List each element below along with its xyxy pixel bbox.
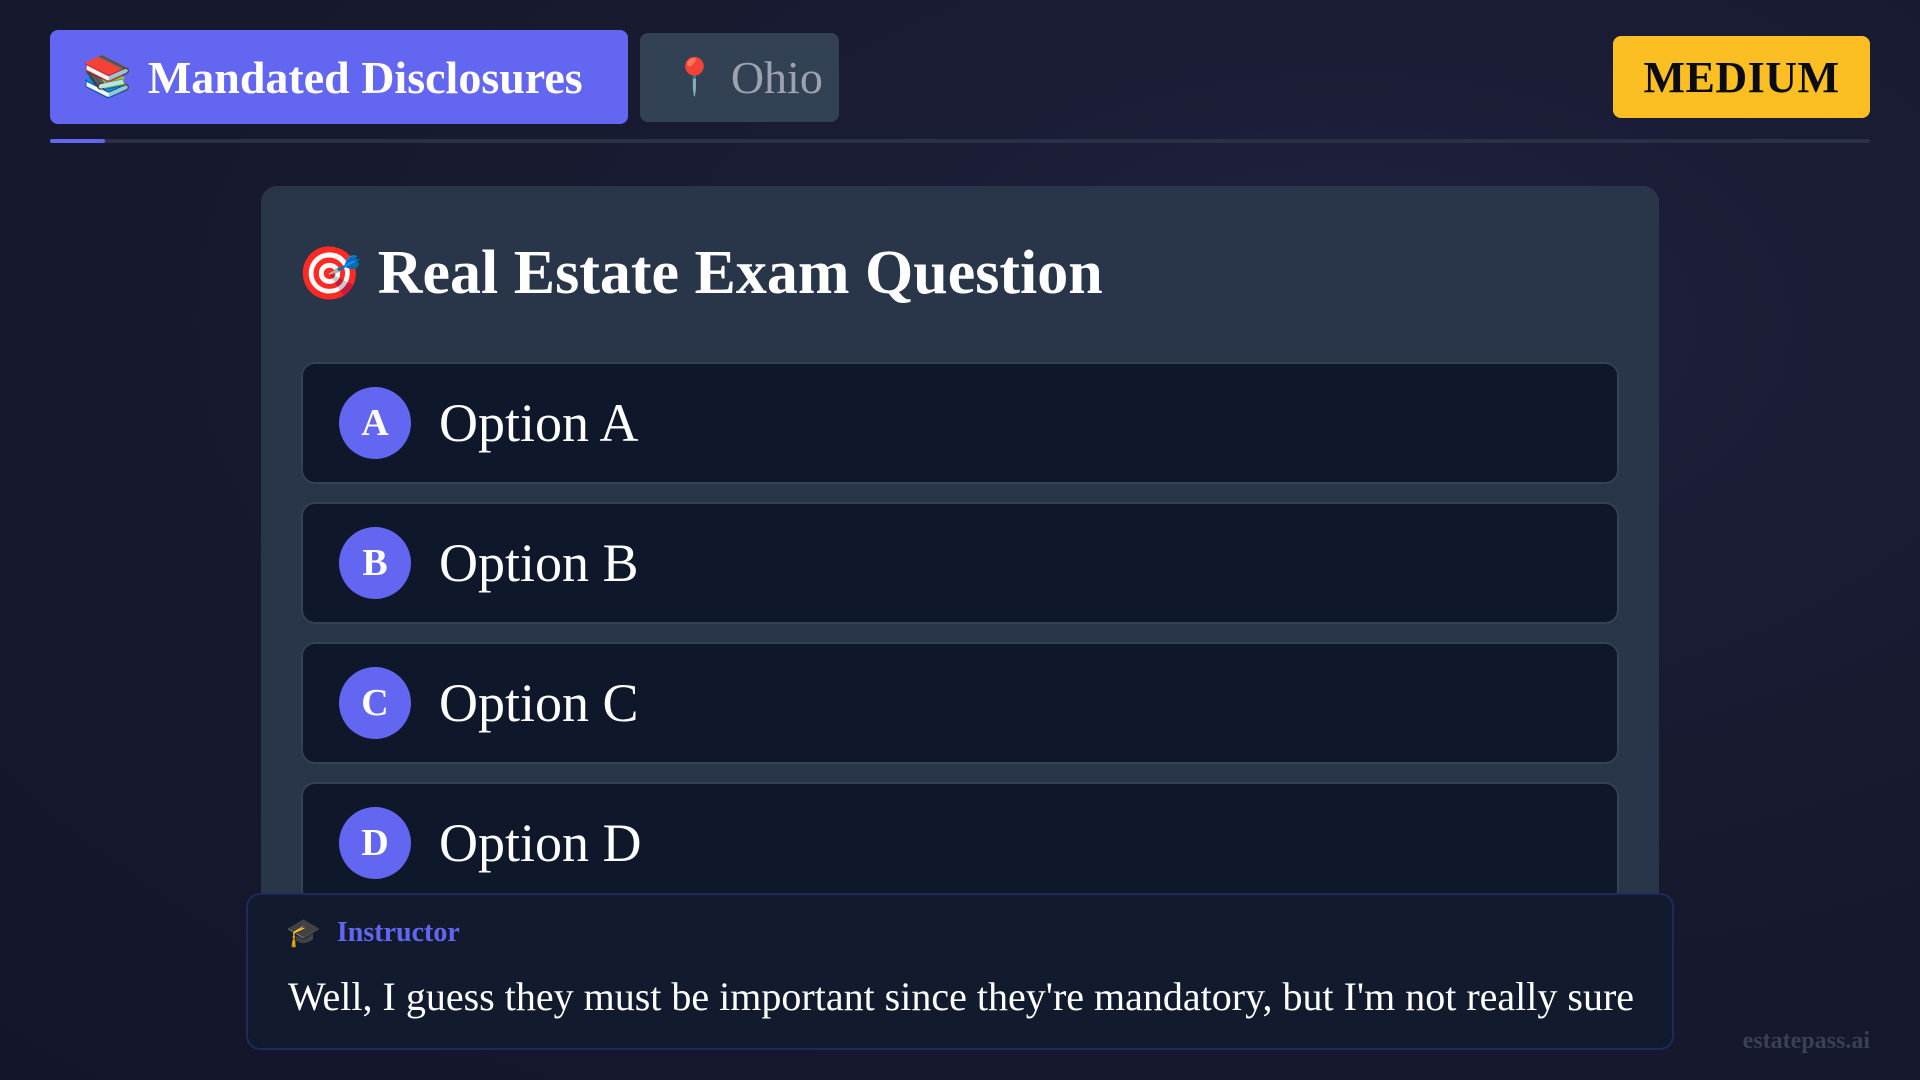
option-d-text: Option D xyxy=(439,813,642,873)
option-c-text: Option C xyxy=(439,673,639,733)
option-b-letter: B xyxy=(339,527,411,599)
option-a-letter: A xyxy=(339,387,411,459)
option-a[interactable]: A Option A xyxy=(301,362,1619,484)
graduation-cap-icon: 🎓 xyxy=(286,916,321,949)
question-card: 🎯 Real Estate Exam Question A Option A B… xyxy=(261,186,1659,946)
instructor-message-box: 🎓 Instructor Well, I guess they must be … xyxy=(246,893,1674,1050)
progress-bar xyxy=(50,139,1870,143)
question-title-text: Real Estate Exam Question xyxy=(377,239,1103,307)
option-a-text: Option A xyxy=(439,393,639,453)
difficulty-badge: MEDIUM xyxy=(1613,36,1870,118)
topic-tab-label: Mandated Disclosures xyxy=(147,51,583,103)
option-d-letter: D xyxy=(339,807,411,879)
option-c[interactable]: C Option C xyxy=(301,642,1619,764)
instructor-message: Well, I guess they must be important sin… xyxy=(288,974,1635,1019)
instructor-header: 🎓 Instructor xyxy=(286,917,460,949)
watermark: estatepass.ai xyxy=(1742,1028,1870,1054)
option-b[interactable]: B Option B xyxy=(301,502,1619,624)
books-icon: 📚 xyxy=(82,54,132,100)
instructor-name: Instructor xyxy=(336,917,460,948)
option-c-letter: C xyxy=(339,667,411,739)
top-bar: 📚 Mandated Disclosures 📍 Ohio MEDIUM xyxy=(50,30,1870,125)
topic-tab[interactable]: 📚 Mandated Disclosures xyxy=(50,30,628,124)
option-d[interactable]: D Option D xyxy=(301,782,1619,904)
question-title: 🎯 Real Estate Exam Question xyxy=(297,238,1103,309)
pin-icon: 📍 xyxy=(672,56,717,98)
state-tab-label: Ohio xyxy=(730,52,823,103)
option-b-text: Option B xyxy=(439,533,639,593)
target-icon: 🎯 xyxy=(297,243,362,304)
progress-bar-fill xyxy=(50,139,105,143)
state-tab[interactable]: 📍 Ohio xyxy=(640,33,839,122)
